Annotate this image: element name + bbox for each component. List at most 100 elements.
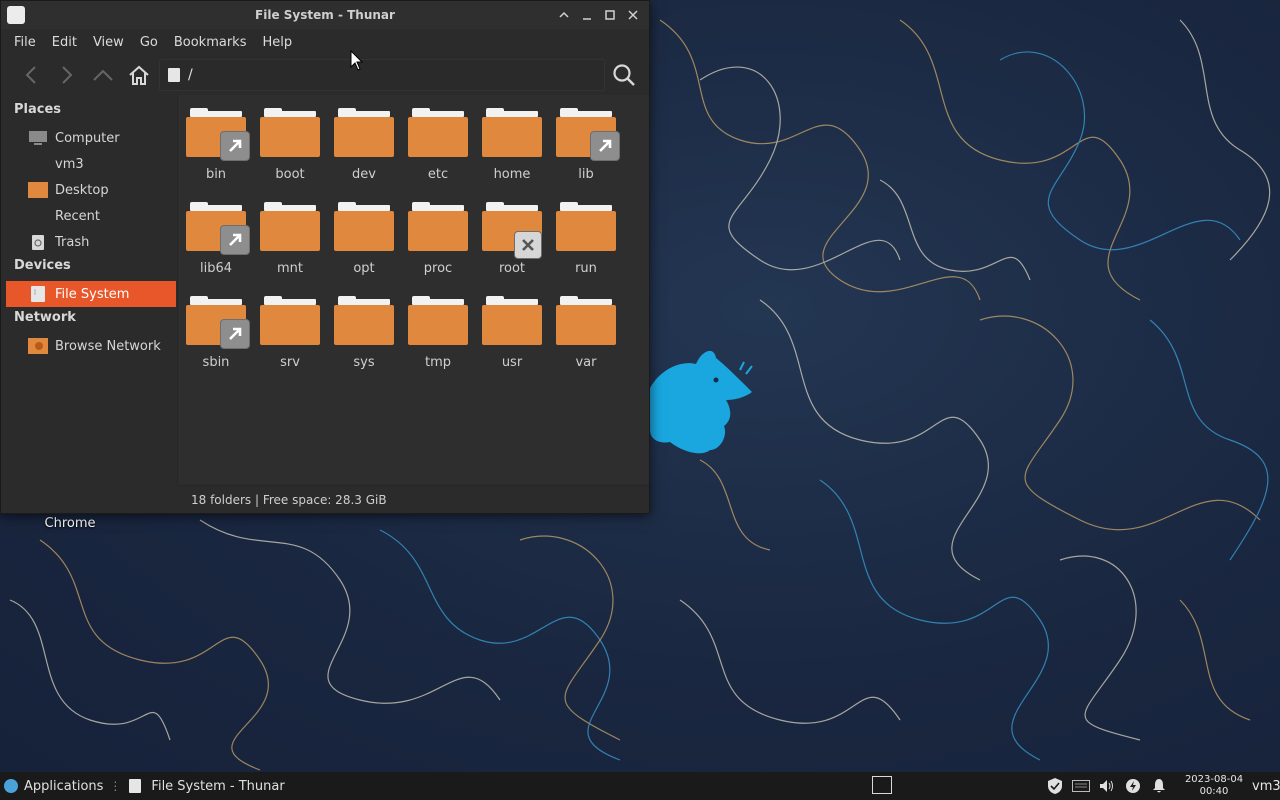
folder-item[interactable]: lib [550, 95, 622, 183]
home-folder-icon [28, 155, 48, 173]
back-button[interactable] [13, 58, 49, 92]
folder-item[interactable]: lib64 [180, 189, 252, 277]
desktop-icon-label[interactable]: Chrome [30, 516, 110, 531]
mouse-cursor-icon [350, 50, 364, 71]
folder-item[interactable]: var [550, 283, 622, 371]
folder-item[interactable]: boot [254, 95, 326, 183]
power-icon[interactable] [1124, 777, 1142, 795]
computer-icon [28, 129, 48, 147]
folder-name: home [493, 167, 531, 182]
minimize-button[interactable] [578, 5, 595, 25]
network-folder-icon [28, 337, 48, 355]
menubar: File Edit View Go Bookmarks Help [1, 29, 649, 55]
folder-item[interactable]: tmp [402, 283, 474, 371]
maximize-icon [604, 10, 615, 20]
symlink-arrow-icon [220, 131, 250, 161]
folder-item[interactable]: proc [402, 189, 474, 277]
taskbar-item-label: File System - Thunar [151, 778, 285, 794]
folder-item[interactable]: home [476, 95, 548, 183]
sidebar-item-label: File System [55, 286, 130, 302]
folder-item[interactable]: dev [328, 95, 400, 183]
folder-item[interactable]: bin [180, 95, 252, 183]
shield-icon[interactable] [1046, 777, 1064, 795]
folder-item[interactable]: srv [254, 283, 326, 371]
folder-icon [258, 202, 322, 257]
menu-edit[interactable]: Edit [44, 35, 85, 50]
folder-item[interactable]: run [550, 189, 622, 277]
folder-icon [480, 202, 544, 259]
sidebar-item-recent[interactable]: Recent [6, 203, 176, 229]
folder-item[interactable]: usr [476, 283, 548, 371]
shade-button[interactable] [555, 5, 572, 25]
keyboard-icon[interactable] [1072, 777, 1090, 795]
sidebar-item-computer[interactable]: Computer [6, 125, 176, 151]
up-arrow-icon [93, 69, 113, 81]
folder-icon [332, 296, 396, 351]
forward-button[interactable] [49, 58, 85, 92]
file-view[interactable]: bin boot dev etc home lib lib64 mnt opt proc root r… [177, 95, 649, 485]
location-bar[interactable]: / [159, 59, 605, 91]
sidebar-section-devices: Devices [14, 258, 71, 273]
folder-icon [184, 108, 250, 163]
folder-name: proc [423, 261, 453, 276]
folder-icon [184, 202, 250, 257]
folder-name: var [575, 355, 597, 370]
folder-item[interactable]: root [476, 189, 548, 277]
folder-item[interactable]: sys [328, 283, 400, 371]
sidebar-section-network: Network [14, 310, 76, 325]
separator-handle-icon: ⋮ [109, 779, 122, 793]
folder-name: lib [578, 167, 594, 182]
folder-name: dev [352, 167, 376, 182]
drive-icon [168, 68, 180, 82]
window-title: File System - Thunar [255, 8, 395, 22]
notification-bell-icon[interactable] [1150, 777, 1168, 795]
folder-item[interactable]: mnt [254, 189, 326, 277]
menu-file[interactable]: File [6, 35, 44, 50]
applications-menu-button[interactable]: Applications [0, 772, 103, 800]
close-button[interactable] [624, 5, 641, 25]
sidebar-item-file-system[interactable]: File System [6, 281, 176, 307]
folder-icon [184, 296, 250, 351]
sidebar-item-trash[interactable]: Trash [6, 229, 176, 255]
drive-icon [28, 285, 48, 303]
search-button[interactable] [607, 59, 641, 91]
sidebar-item-label: Desktop [55, 182, 109, 198]
drive-icon [129, 779, 142, 793]
sidebar-item-browse-network[interactable]: Browse Network [6, 333, 176, 359]
maximize-button[interactable] [601, 5, 618, 25]
clock[interactable]: 2023-08-04 00:40 [1183, 774, 1245, 798]
folder-item[interactable]: opt [328, 189, 400, 277]
sidebar-item-label: Computer [55, 130, 120, 146]
chevron-up-icon [558, 11, 569, 18]
symlink-arrow-icon [590, 131, 620, 161]
volume-icon[interactable] [1098, 777, 1116, 795]
folder-icon [554, 108, 620, 163]
folder-icon [480, 108, 544, 163]
folder-item[interactable]: sbin [180, 283, 252, 371]
folder-item[interactable]: etc [402, 95, 474, 183]
clock-time: 00:40 [1199, 786, 1229, 797]
home-button[interactable] [121, 58, 157, 92]
sidebar-item-vm3[interactable]: vm3 [6, 151, 176, 177]
menu-go[interactable]: Go [132, 35, 166, 50]
folder-icon [406, 296, 470, 351]
taskbar-item-thunar[interactable]: File System - Thunar [123, 772, 290, 800]
recent-icon [28, 207, 48, 225]
sidebar-section-places: Places [14, 102, 62, 117]
workspace-switcher[interactable] [872, 776, 892, 794]
symlink-arrow-icon [220, 319, 250, 349]
xfce-mouse-logo [650, 350, 753, 454]
user-menu[interactable]: vm3 [1252, 779, 1280, 794]
folder-name: root [498, 261, 526, 276]
titlebar[interactable]: File System - Thunar [1, 1, 649, 29]
folder-name: lib64 [199, 261, 233, 276]
menu-help[interactable]: Help [254, 35, 300, 50]
folder-icon [258, 296, 322, 351]
thunar-app-icon[interactable] [7, 6, 25, 24]
folder-name: opt [353, 261, 375, 276]
menu-view[interactable]: View [85, 35, 132, 50]
sidebar-item-desktop[interactable]: Desktop [6, 177, 176, 203]
menu-bookmarks[interactable]: Bookmarks [166, 35, 255, 50]
parent-folder-button[interactable] [85, 58, 121, 92]
folder-icon [480, 296, 544, 351]
